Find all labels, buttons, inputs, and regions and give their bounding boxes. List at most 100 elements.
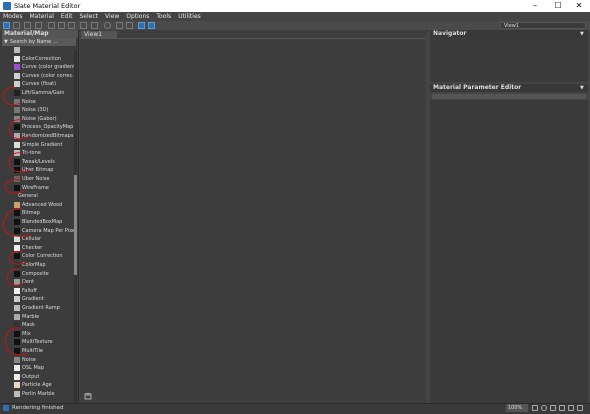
navigator-menu-icon[interactable]: ▼ — [580, 31, 584, 37]
view-panel[interactable] — [80, 30, 426, 403]
view-selector-dropdown[interactable]: View1 — [500, 22, 586, 29]
map-list-item[interactable]: Falloff — [12, 287, 74, 295]
map-list-item[interactable]: ColorCorrection — [12, 55, 74, 63]
maximize-button[interactable]: ☐ — [547, 0, 569, 12]
pan-hand-icon[interactable] — [84, 392, 92, 400]
map-list-item[interactable]: RandomizedBitmaps — [12, 132, 74, 140]
menu-utilities[interactable]: Utilities — [175, 12, 205, 21]
search-input[interactable]: ▼ Search by Name ... — [2, 38, 76, 46]
zoom-dropdown[interactable]: 100% — [506, 404, 528, 412]
map-list-item[interactable]: Tweak/Levels — [12, 158, 74, 166]
map-thumbnail-icon — [14, 262, 20, 268]
map-list-item-label: Falloff — [22, 287, 37, 294]
menu-tools[interactable]: Tools — [153, 12, 175, 21]
map-list-item[interactable]: ColorMap — [12, 261, 74, 269]
show-realistic-map-icon[interactable] — [91, 22, 98, 29]
map-list-item[interactable]: Noise (Gabor) — [12, 115, 74, 123]
map-list-item[interactable]: Bitmap — [12, 209, 74, 217]
pick-material-icon[interactable] — [13, 22, 20, 29]
browser-scrollbar-thumb[interactable] — [74, 175, 77, 275]
map-list-item[interactable]: Uber Bitmap — [12, 166, 74, 174]
lay-out-children-icon[interactable] — [126, 22, 133, 29]
tab-view1[interactable]: View1 — [81, 31, 117, 38]
navigator-view[interactable] — [430, 38, 588, 82]
map-list-item[interactable]: Cellular — [12, 235, 74, 243]
map-list-item[interactable]: Marble — [12, 313, 74, 321]
map-list-item[interactable]: Output — [12, 373, 74, 381]
zoom-extents-icon[interactable] — [559, 405, 565, 411]
map-list-item[interactable]: Curve (color gradient) — [12, 63, 74, 71]
map-list-item[interactable]: Noise (3D) — [12, 106, 74, 114]
map-list-item[interactable]: Advanced Wood — [12, 201, 74, 209]
parameter-editor-body[interactable] — [430, 100, 588, 403]
menu-view[interactable]: View — [102, 12, 123, 21]
toggle-grid-icon[interactable] — [577, 405, 583, 411]
map-list-item[interactable]: Mix — [12, 330, 74, 338]
map-list-item[interactable]: Gradient Ramp — [12, 304, 74, 312]
map-list-item[interactable]: Simple Gradient — [12, 141, 74, 149]
map-list-item[interactable]: Noise — [12, 98, 74, 106]
map-list-item[interactable]: Process_OpacityMap — [12, 123, 74, 131]
menu-options[interactable]: Options — [123, 12, 153, 21]
show-background-icon[interactable] — [104, 22, 111, 29]
parameter-editor-menu-icon[interactable]: ▼ — [580, 85, 584, 91]
material-browser-title: Material/Map Browser — [2, 30, 78, 45]
map-list-item[interactable]: Checker — [12, 244, 74, 252]
map-list-item[interactable]: Dent — [12, 278, 74, 286]
map-list-item[interactable]: MultiTile — [12, 347, 74, 355]
map-list-item[interactable]: MultiTexture — [12, 338, 74, 346]
hide-unused-slots-icon[interactable] — [68, 22, 75, 29]
parameter-editor-toggle-icon[interactable] — [148, 22, 155, 29]
pan-icon[interactable] — [532, 405, 538, 411]
map-list-item-label: Noise — [22, 98, 36, 105]
map-list-item[interactable]: Color Correction — [12, 252, 74, 260]
menu-material[interactable]: Material — [26, 12, 57, 21]
assign-material-icon[interactable] — [35, 22, 42, 29]
map-list-item[interactable]: Particle Age — [12, 381, 74, 389]
select-tool-icon[interactable] — [3, 22, 10, 29]
parameter-editor-toolbar — [432, 94, 586, 99]
menu-edit[interactable]: Edit — [58, 12, 77, 21]
show-shaded-map-icon[interactable] — [80, 22, 87, 29]
map-list-item[interactable]: Uber Noise — [12, 175, 74, 183]
zoom-extents-selected-icon[interactable] — [568, 405, 574, 411]
map-list-item-label: OSL Map — [22, 365, 45, 372]
map-list-item[interactable]: WireFrame — [12, 184, 74, 192]
map-list-item-label: Perlin Marble — [22, 391, 55, 397]
map-list-item[interactable]: Tri-tone — [12, 149, 74, 157]
search-options-icon[interactable]: ▼ — [4, 38, 8, 46]
map-thumbnail-icon — [14, 64, 20, 71]
category-header-general[interactable]: General — [12, 192, 74, 201]
move-children-icon[interactable] — [58, 22, 65, 29]
map-list-item[interactable]: Curves (float) — [12, 80, 74, 88]
map-list-item[interactable]: Composite — [12, 270, 74, 278]
lay-out-all-icon[interactable] — [116, 22, 123, 29]
map-thumbnail-icon — [14, 98, 20, 105]
delete-selected-icon[interactable] — [48, 22, 55, 29]
map-list-item[interactable]: Camera Map Per Pixel — [12, 227, 74, 235]
map-list-item[interactable]: BlendedBoxMap — [12, 218, 74, 226]
map-list-item[interactable]: Curves (color correc... — [12, 72, 74, 80]
map-list-item-label: Particle Age — [22, 382, 52, 389]
put-material-icon[interactable] — [24, 22, 31, 29]
zoom-region-icon[interactable] — [550, 405, 556, 411]
map-list-item[interactable]: Lift/Gamma/Gain — [12, 89, 74, 97]
menu-select[interactable]: Select — [76, 12, 102, 21]
zoom-icon[interactable] — [541, 405, 547, 411]
menu-modes[interactable]: Modes — [0, 12, 26, 21]
material-map-browser-toggle-icon[interactable] — [138, 22, 145, 29]
close-button[interactable]: ✕ — [568, 0, 590, 12]
map-thumbnail-icon — [14, 313, 20, 320]
map-list-item[interactable]: Gradient — [12, 295, 74, 303]
map-list-item-label: Uber Bitmap — [22, 167, 54, 174]
map-list-item[interactable]: Mask — [12, 321, 74, 329]
map-list-item[interactable]: OSL Map — [12, 364, 74, 372]
map-thumbnail-icon — [14, 133, 20, 139]
map-list-item[interactable]: Perlin Marble — [12, 390, 74, 398]
map-list-item[interactable] — [12, 46, 74, 54]
map-list: ColorCorrection Curve (color gradient) Cur… — [12, 46, 74, 399]
map-thumbnail-icon — [14, 167, 20, 174]
parameter-editor-title: Material Parameter Editor — [430, 84, 588, 92]
map-list-item[interactable]: Noise — [12, 356, 74, 364]
minimize-button[interactable]: – — [524, 0, 546, 12]
